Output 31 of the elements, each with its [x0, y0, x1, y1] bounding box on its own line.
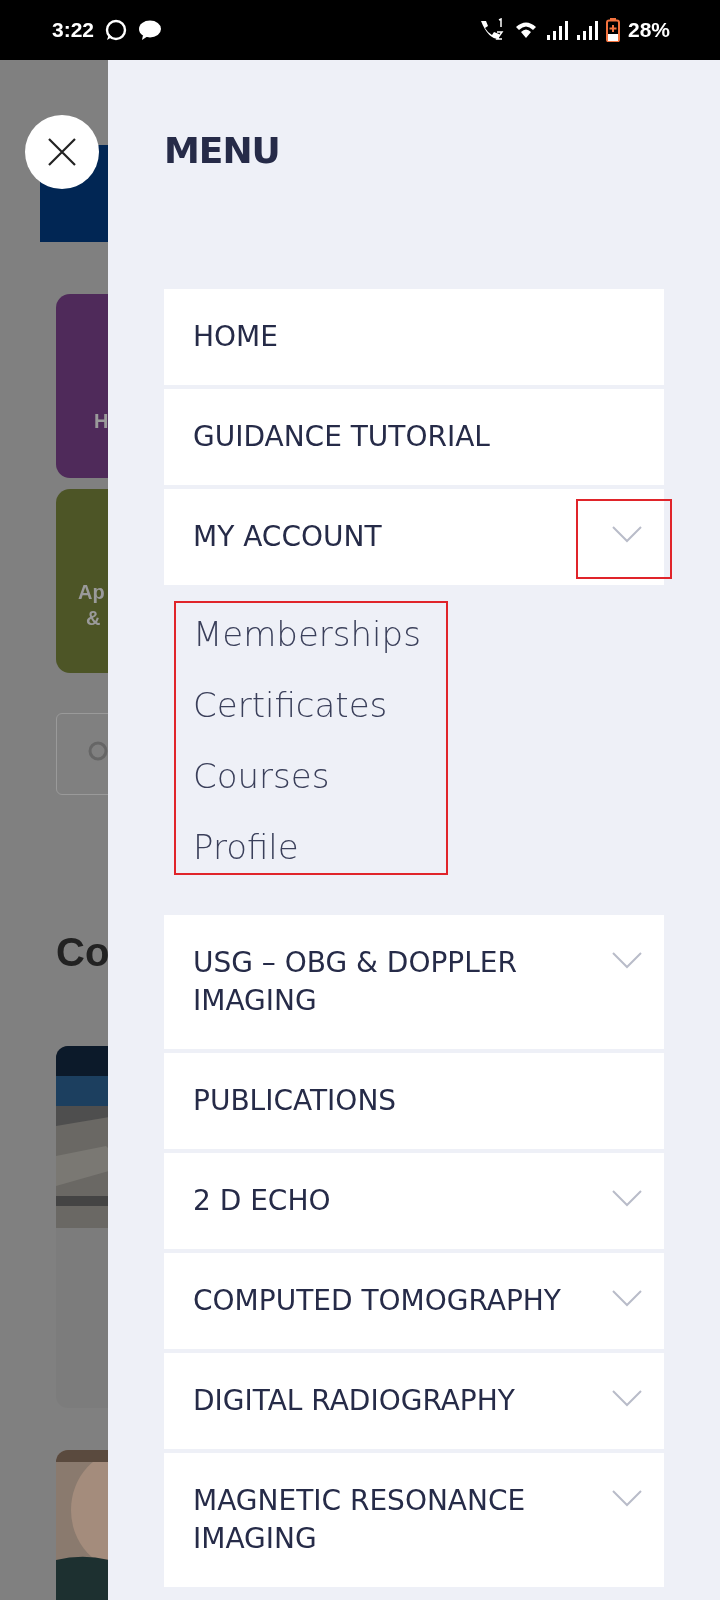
battery-percent: 28% [627, 18, 670, 42]
section-heading: Co [56, 930, 108, 975]
submenu-item[interactable]: Certificates [193, 670, 388, 741]
menu-item[interactable]: HOME [164, 289, 664, 385]
menu-item[interactable]: USG – OBG & DOPPLER IMAGING [164, 915, 664, 1049]
menu-title: MENU [164, 130, 281, 171]
close-icon [48, 138, 76, 166]
chevron-down-icon [612, 1490, 642, 1507]
message-icon [138, 19, 163, 41]
submenu-item[interactable]: Profile [193, 812, 299, 883]
menu-item[interactable]: COMPUTED TOMOGRAPHY [164, 1253, 664, 1349]
submenu-item[interactable]: Courses [193, 741, 330, 812]
tile-label: Ap [78, 581, 105, 604]
chevron-down-icon [612, 526, 642, 543]
menu-item[interactable]: DIGITAL RADIOGRAPHY [164, 1353, 664, 1449]
chevron-down-icon [612, 1390, 642, 1407]
status-time: 3:22 [52, 18, 95, 42]
menu-item[interactable]: GUIDANCE TUTORIAL [164, 389, 664, 485]
tile-label: & [86, 607, 101, 630]
chevron-down-icon [612, 952, 642, 969]
menu-item[interactable]: 2 D ECHO [164, 1153, 664, 1249]
chevron-down-icon [612, 1190, 642, 1207]
chevron-down-icon [612, 1290, 642, 1307]
signal-icon [545, 20, 568, 40]
signal-icon [575, 20, 598, 40]
submenu-item[interactable]: Memberships [193, 599, 421, 670]
tile-label: H [94, 410, 108, 433]
menu-item[interactable]: MAGNETIC RESONANCE IMAGING [164, 1453, 664, 1587]
battery-icon [605, 18, 620, 42]
menu-item[interactable]: PUBLICATIONS [164, 1053, 664, 1149]
menu-item[interactable]: MY ACCOUNT [164, 489, 664, 585]
